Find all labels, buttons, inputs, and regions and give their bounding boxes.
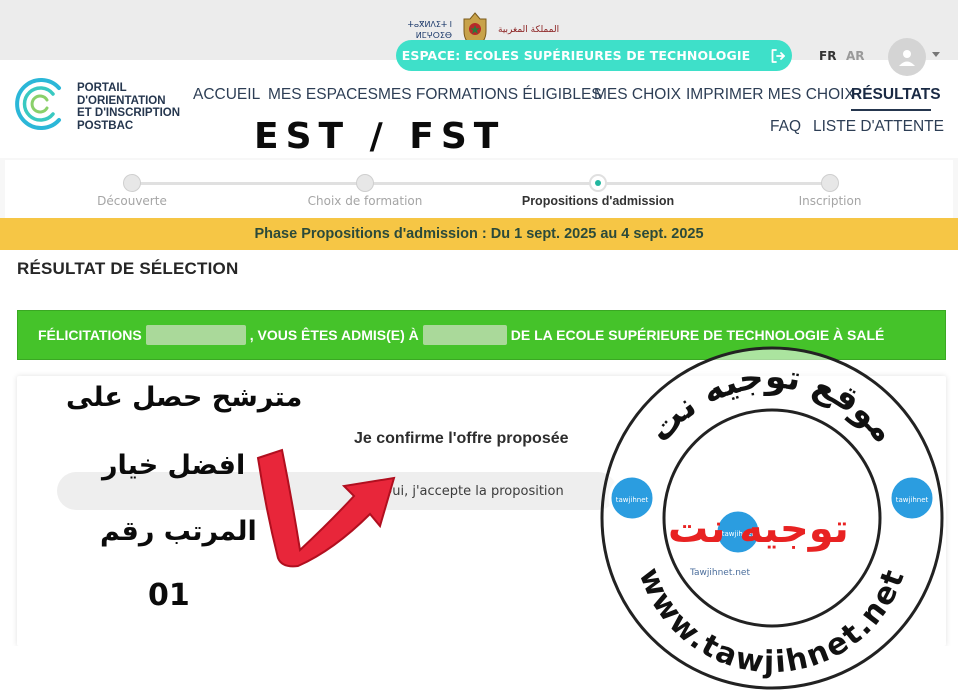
watermark-brand: توجيه نت — [668, 506, 849, 552]
banner-middle: , VOUS ÊTES ADMIS(E) À — [249, 327, 419, 343]
nav-mes-formations-eligibles[interactable]: MES FORMATIONS ÉLIGIBLES — [378, 86, 602, 104]
step-dot-inscription — [821, 174, 839, 192]
portal-logo[interactable]: PORTAIL D'ORIENTATION ET D'INSCRIPTION P… — [15, 76, 195, 136]
phase-text: Phase Propositions d'admission : Du 1 se… — [254, 226, 704, 242]
svg-text:tawjihnet: tawjihnet — [896, 496, 929, 504]
nav-active-underline — [851, 109, 931, 111]
nav-accueil[interactable]: ACCUEIL — [193, 86, 260, 104]
portal-logo-icon — [15, 78, 61, 130]
annotation-line-3: المرتب رقم — [100, 516, 257, 547]
nav-faq[interactable]: FAQ — [770, 118, 801, 136]
nav-mes-choix[interactable]: MES CHOIX — [594, 86, 681, 104]
government-arabic: المملكة المغربية — [498, 24, 560, 35]
espace-logout-button[interactable]: ESPACE: ECOLES SUPÉRIEURES DE TECHNOLOGI… — [396, 40, 792, 71]
logout-icon — [771, 48, 786, 63]
overlay-title: EST / FST — [254, 116, 506, 157]
svg-text:tawjihnet: tawjihnet — [616, 496, 649, 504]
portal-name: PORTAIL D'ORIENTATION ET D'INSCRIPTION P… — [77, 82, 181, 132]
user-icon — [899, 50, 915, 66]
nav-imprimer-mes-choix[interactable]: IMPRIMER MES CHOIX — [686, 86, 855, 104]
accept-option-label[interactable]: Oui, j'accepte la proposition — [382, 484, 564, 499]
government-tifinagh: ⵜⴰⴳⵍⴷⵉⵜ ⵏ ⵍⵎⵖⵔⵉⴱ — [407, 20, 452, 40]
language-ar[interactable]: AR — [846, 49, 865, 63]
redacted-program — [422, 325, 507, 345]
watermark-small: Tawjihnet.net — [690, 568, 750, 578]
progress-stepper — [5, 160, 953, 218]
annotation-line-4: 01 — [148, 578, 190, 613]
step-label-decouverte: Découverte — [97, 194, 167, 208]
annotation-line-2: افضل خيار — [102, 450, 246, 481]
nav-liste-attente[interactable]: LISTE D'ATTENTE — [813, 118, 944, 136]
espace-label: ESPACE: ECOLES SUPÉRIEURES DE TECHNOLOGI… — [401, 48, 751, 63]
progress-track — [132, 182, 830, 185]
banner-suffix: DE LA ECOLE SUPÉRIEURE DE TECHNOLOGIE À … — [510, 327, 885, 343]
step-dot-decouverte — [123, 174, 141, 192]
chevron-down-icon[interactable] — [932, 52, 940, 57]
language-fr[interactable]: FR — [819, 49, 836, 63]
nav-resultats[interactable]: RÉSULTATS — [851, 86, 941, 104]
phase-bar: Phase Propositions d'admission : Du 1 se… — [0, 218, 958, 250]
step-dot-propositions — [589, 174, 607, 192]
page-title: RÉSULTAT DE SÉLECTION — [17, 259, 239, 278]
step-label-propositions: Propositions d'admission — [521, 194, 675, 208]
user-avatar[interactable] — [888, 38, 926, 76]
step-label-choix: Choix de formation — [307, 194, 423, 208]
annotation-line-1: مترشح حصل على — [66, 382, 303, 413]
step-label-inscription: Inscription — [798, 194, 862, 208]
redacted-name — [145, 325, 246, 345]
step-dot-choix — [356, 174, 374, 192]
nav-mes-espaces[interactable]: MES ESPACES — [268, 86, 378, 104]
banner-prefix: FÉLICITATIONS — [38, 327, 142, 343]
red-arrow-icon — [256, 448, 396, 568]
